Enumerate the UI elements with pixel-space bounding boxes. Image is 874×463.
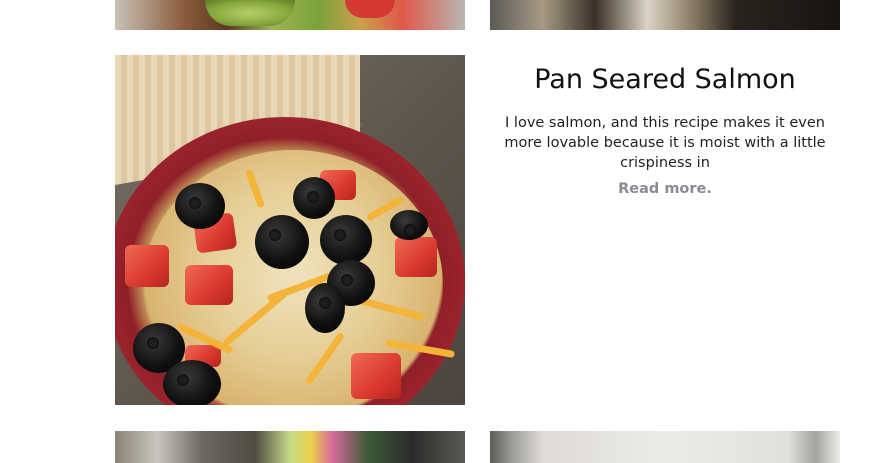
recipe-image-taco-bowl[interactable] [115, 55, 465, 405]
black-olive [163, 360, 221, 405]
recipe-image-bottom-left-partial[interactable] [115, 431, 465, 463]
black-olive [390, 210, 428, 240]
avocado-topping [205, 0, 295, 26]
recipe-excerpt: I love salmon, and this recipe makes it … [504, 115, 826, 171]
recipe-image-bottom-right-partial[interactable] [490, 431, 840, 463]
recipe-grid: Pan Seared Salmon I love salmon, and thi… [0, 0, 874, 463]
tomato-slice [345, 0, 395, 18]
black-olive [293, 177, 335, 219]
black-olive [305, 283, 345, 333]
black-olive [255, 215, 309, 269]
tomato-piece [395, 237, 437, 277]
black-olive [175, 183, 225, 229]
read-more-link[interactable]: Read more. [618, 179, 712, 199]
recipe-title[interactable]: Pan Seared Salmon [490, 61, 840, 99]
tomato-piece [125, 245, 169, 287]
tomato-piece [185, 265, 233, 305]
tomato-piece [351, 353, 401, 399]
recipe-image-top-right-partial[interactable] [490, 0, 840, 30]
recipe-summary: Pan Seared Salmon I love salmon, and thi… [490, 55, 840, 199]
black-olive [320, 215, 372, 265]
recipe-image-avocado-toast-partial[interactable] [115, 0, 465, 30]
